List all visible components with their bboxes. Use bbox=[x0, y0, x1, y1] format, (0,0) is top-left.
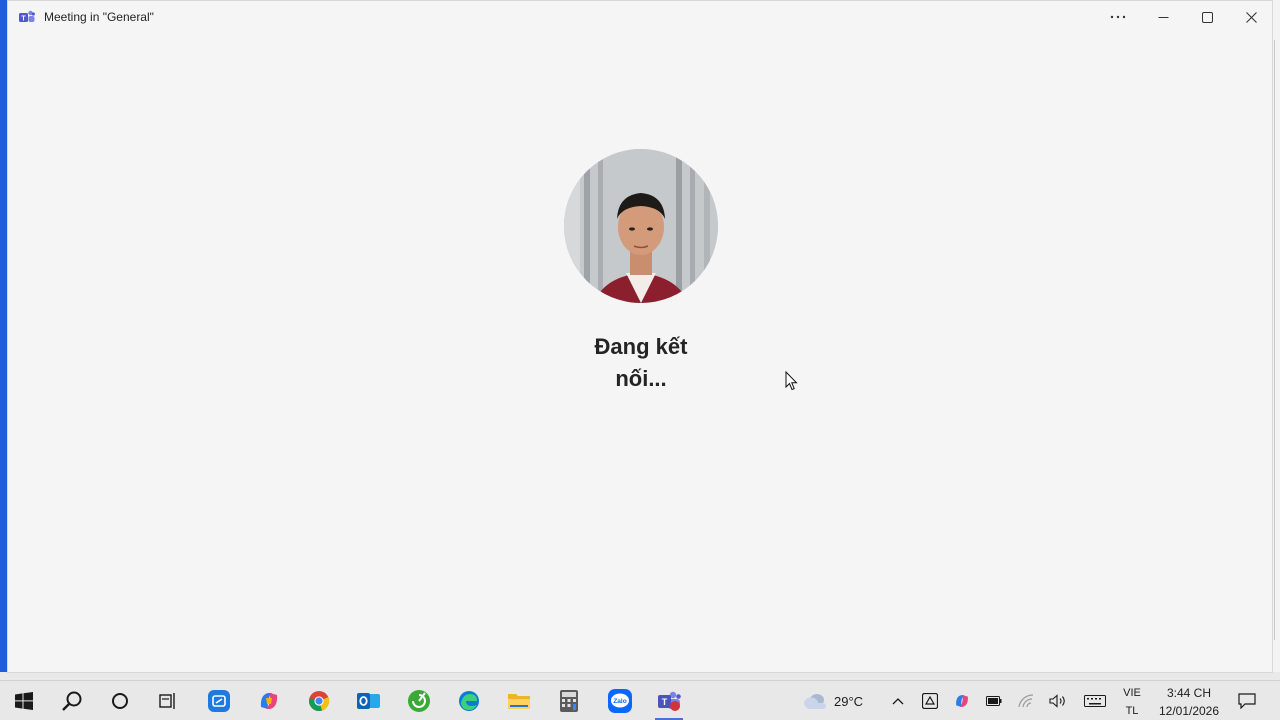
more-horizontal-icon bbox=[1110, 15, 1126, 19]
taskbar-app-calculator[interactable] bbox=[547, 681, 591, 720]
tray-cloud-drive[interactable] bbox=[918, 681, 942, 720]
battery-icon bbox=[986, 696, 1002, 706]
close-button[interactable] bbox=[1229, 1, 1273, 33]
green-app-icon bbox=[408, 690, 430, 712]
taskbar-app-copilot[interactable] bbox=[247, 681, 291, 720]
teams-icon: T bbox=[658, 691, 681, 711]
chevron-up-icon bbox=[892, 698, 904, 705]
zoom-like-app-icon bbox=[208, 690, 230, 712]
title-bar[interactable]: T Meeting in "General" bbox=[8, 1, 1272, 33]
tray-copilot[interactable] bbox=[950, 681, 974, 720]
cloud-weather-icon bbox=[804, 694, 826, 709]
wifi-icon bbox=[1018, 694, 1034, 708]
background-window-strip bbox=[0, 672, 1280, 680]
taskbar-app-blue[interactable] bbox=[197, 681, 241, 720]
task-view-icon bbox=[159, 693, 175, 709]
start-icon bbox=[15, 692, 33, 710]
taskbar-app-outlook[interactable] bbox=[347, 681, 391, 720]
more-options-button[interactable] bbox=[1096, 1, 1140, 33]
taskbar: Zalo T 29°C VIE TL 3:44 CH 12/01/2026 bbox=[0, 680, 1280, 720]
participant-avatar bbox=[564, 149, 718, 303]
cortana-button[interactable] bbox=[98, 681, 142, 720]
minimize-button[interactable] bbox=[1141, 1, 1185, 33]
language-code: VIE bbox=[1123, 687, 1141, 699]
cortana-icon bbox=[112, 693, 128, 709]
zalo-icon: Zalo bbox=[608, 689, 632, 713]
connecting-status: Đang kết nối... bbox=[541, 331, 741, 395]
background-window-edge bbox=[1272, 0, 1280, 680]
maximize-button[interactable] bbox=[1185, 1, 1229, 33]
tray-touch-keyboard[interactable] bbox=[1080, 681, 1110, 720]
minimize-icon bbox=[1158, 16, 1168, 18]
tray-network[interactable] bbox=[1014, 681, 1038, 720]
clock[interactable]: 3:44 CH 12/01/2026 bbox=[1152, 684, 1226, 720]
weather-temperature[interactable]: 29°C bbox=[834, 694, 863, 709]
taskbar-app-chrome[interactable] bbox=[297, 681, 341, 720]
weather-button[interactable] bbox=[800, 681, 830, 720]
search-button[interactable] bbox=[50, 681, 94, 720]
taskbar-app-green[interactable] bbox=[397, 681, 441, 720]
clock-date: 12/01/2026 bbox=[1158, 704, 1220, 718]
show-hidden-icons-button[interactable] bbox=[886, 681, 910, 720]
mouse-cursor bbox=[785, 371, 798, 391]
taskbar-app-zalo[interactable]: Zalo bbox=[598, 681, 642, 720]
svg-text:T: T bbox=[21, 16, 26, 23]
input-method: TL bbox=[1125, 705, 1139, 717]
status-line-1: Đang kết bbox=[594, 334, 688, 359]
outlook-icon bbox=[357, 693, 380, 709]
copilot-icon bbox=[956, 695, 968, 707]
close-icon bbox=[1245, 11, 1257, 23]
svg-text:Zalo: Zalo bbox=[613, 698, 626, 705]
start-button[interactable] bbox=[2, 681, 46, 720]
volume-icon bbox=[1049, 694, 1065, 708]
search-icon bbox=[62, 691, 82, 711]
maximize-icon bbox=[1201, 11, 1213, 23]
notification-icon bbox=[1238, 693, 1256, 709]
edge-icon bbox=[459, 691, 479, 711]
tray-battery[interactable] bbox=[982, 681, 1006, 720]
status-line-2: nối... bbox=[615, 366, 667, 391]
taskbar-app-explorer[interactable] bbox=[497, 681, 541, 720]
window-title: Meeting in "General" bbox=[44, 10, 154, 24]
keyboard-icon bbox=[1084, 695, 1106, 707]
tray-volume[interactable] bbox=[1046, 681, 1070, 720]
svg-text:T: T bbox=[662, 697, 668, 707]
chrome-icon bbox=[309, 691, 330, 711]
language-indicator[interactable]: VIE TL bbox=[1118, 684, 1146, 720]
calculator-icon bbox=[560, 690, 578, 712]
task-view-button[interactable] bbox=[146, 681, 190, 720]
drive-sync-icon bbox=[922, 693, 938, 709]
clock-time: 3:44 CH bbox=[1166, 686, 1212, 700]
taskbar-app-edge[interactable] bbox=[447, 681, 491, 720]
notification-button[interactable] bbox=[1234, 681, 1260, 720]
copilot-icon bbox=[260, 693, 278, 709]
file-explorer-icon bbox=[508, 694, 530, 709]
teams-icon: T bbox=[19, 10, 35, 23]
meeting-window: T Meeting in "General" Đang kết nối... bbox=[7, 0, 1273, 673]
taskbar-app-teams[interactable]: T bbox=[647, 681, 691, 720]
